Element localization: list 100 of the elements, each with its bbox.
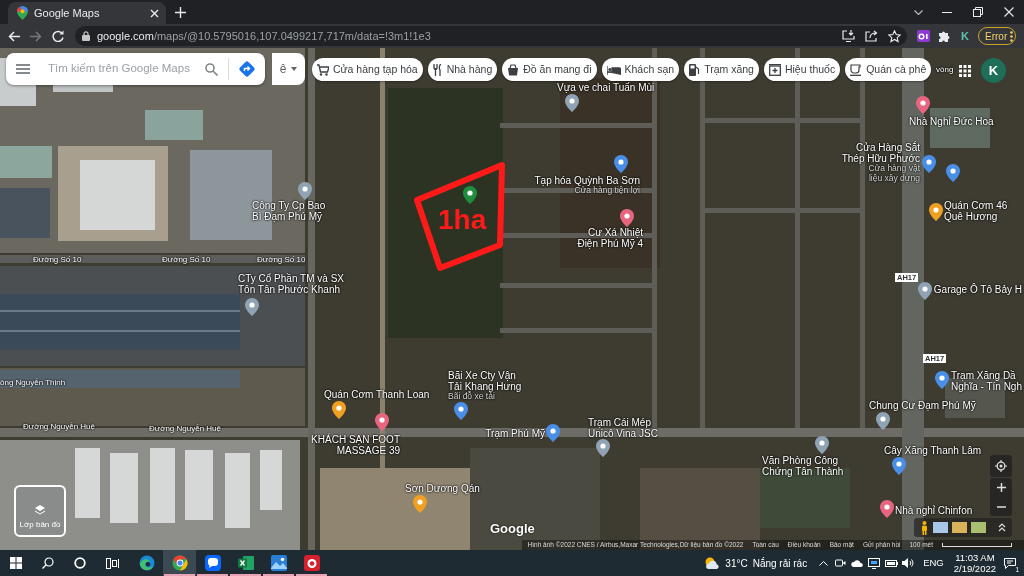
star-icon — [887, 29, 901, 43]
plus-icon — [174, 6, 186, 18]
place-label[interactable]: Quán Cơm 46 Quê Hương — [944, 200, 1008, 222]
takeout-box-icon — [507, 63, 520, 76]
fuel-pump-icon — [689, 63, 701, 76]
map-pin-icon[interactable] — [946, 164, 960, 182]
chevron-down-icon — [913, 9, 923, 15]
place-label[interactable]: KHÁCH SẠN FOOT MASSAGE 39 — [311, 434, 400, 456]
notification-icon — [1004, 557, 1016, 569]
place-label[interactable]: Văn Phòng Công Chứng Tân Thành — [762, 455, 844, 477]
extension-button[interactable] — [914, 27, 932, 45]
road-label: Đường Số 10 — [162, 255, 211, 264]
map-pin-icon[interactable] — [298, 182, 312, 200]
close-icon — [149, 8, 159, 18]
kebab-menu-icon — [1010, 30, 1014, 42]
new-tab-button[interactable] — [172, 4, 188, 20]
apps-grid-icon — [959, 65, 971, 77]
category-button[interactable]: Cửa hàng tạp hóa — [312, 58, 423, 81]
browser-tab[interactable]: Google Maps — [8, 2, 166, 24]
caret-down-icon — [291, 67, 298, 71]
place-label[interactable]: Vựa ve chai Tuấn Mùi — [557, 82, 655, 93]
place-label[interactable]: Chung Cư Đạm Phú Mỹ — [869, 400, 976, 411]
category-button[interactable]: Quán cà phê — [845, 58, 932, 81]
close-icon — [1003, 7, 1014, 17]
place-label[interactable]: Công Ty Cp Bao Bì Đạm Phú Mỹ — [252, 200, 326, 222]
input-tool-button[interactable]: ê — [272, 53, 305, 85]
profile-button[interactable]: K — [956, 27, 974, 45]
map-pin-icon[interactable] — [620, 209, 634, 227]
map-type-thumbnail[interactable] — [933, 522, 948, 533]
category-button[interactable]: Đồ ăn mang đi — [502, 58, 597, 81]
place-label[interactable]: Bãi Xe Cty Vận Tải Khang Hưng — [448, 370, 522, 392]
map-pin-icon[interactable] — [880, 500, 894, 518]
map-pin-icon[interactable] — [546, 424, 560, 442]
map-pin-icon[interactable] — [245, 298, 259, 316]
puzzle-icon — [938, 30, 950, 42]
menu-icon — [16, 64, 30, 74]
map-type-thumbnail[interactable] — [952, 522, 967, 533]
search-icon — [42, 557, 54, 569]
expand-button[interactable] — [996, 521, 1008, 534]
weather-temperature[interactable]: 31°C — [725, 555, 748, 571]
road-label: vòng — [936, 65, 954, 74]
plus-icon — [996, 483, 1006, 492]
menu-button[interactable] — [15, 61, 31, 77]
place-label[interactable]: Nhà nghỉ Chinfon — [895, 505, 973, 516]
place-label[interactable]: Quán Cơm Thanh Loan — [324, 389, 430, 400]
share-icon — [864, 30, 878, 42]
map-pin-icon[interactable] — [922, 155, 936, 173]
map-pin-icon[interactable] — [596, 439, 610, 457]
map-pin-icon[interactable] — [454, 402, 468, 420]
address-bar[interactable]: google.com/maps/@10.5795016,107.0499217,717m/data=!3m1!1e3 — [75, 26, 907, 46]
my-location-button[interactable] — [990, 455, 1012, 477]
install-app-button[interactable] — [841, 29, 855, 43]
map-type-thumbnail[interactable] — [971, 522, 986, 533]
map-pin-icon[interactable] — [929, 203, 943, 221]
category-button[interactable]: Hiệu thuốc — [763, 58, 841, 81]
monitor-icon — [868, 557, 881, 569]
place-label[interactable]: Tạp hóa Quỳnh Ba Sơn — [534, 175, 640, 186]
weather-sun-cloud-icon — [704, 556, 721, 570]
map-pin-icon[interactable] — [935, 371, 949, 389]
map-pin-icon[interactable] — [375, 413, 389, 431]
map-pin-icon[interactable] — [332, 401, 346, 419]
place-label[interactable]: Trạm Phú Mỹ — [485, 428, 545, 439]
map-pin-icon[interactable] — [876, 412, 890, 430]
map-pin-icon[interactable] — [918, 282, 932, 300]
place-label[interactable]: Cửa Hàng Sắt Thép Hữu Phước — [841, 142, 920, 164]
layers-icon — [35, 505, 45, 515]
category-button[interactable]: Khách sạn — [601, 58, 680, 81]
swirl-app-icon — [138, 555, 155, 571]
share-button[interactable] — [864, 29, 878, 43]
address-url[interactable]: google.com/maps/@10.5795016,107.0499217,717m/data=!3m1!1e3 — [97, 27, 431, 45]
road-label: ông Nguyễn Thịnh — [0, 378, 66, 387]
map-pin-icon[interactable] — [565, 94, 579, 112]
back-arrow-icon — [8, 30, 20, 42]
map-pin-icon[interactable] — [892, 457, 906, 475]
map-pin-icon[interactable] — [916, 96, 930, 114]
place-label[interactable]: Nhà Nghỉ Đức Hoa — [909, 116, 994, 127]
map-pin-icon[interactable] — [463, 186, 477, 204]
road-label: Đường Số 10 — [33, 255, 82, 264]
browser-logo-icon — [171, 555, 188, 571]
map-pin-icon[interactable] — [815, 436, 829, 454]
category-button[interactable]: Nhà hàng — [427, 58, 498, 81]
place-label[interactable]: Cư Xá Nhiệt Điện Phú Mỹ 4 — [577, 227, 643, 249]
bookmark-button[interactable] — [887, 29, 901, 43]
search-button[interactable] — [203, 61, 219, 77]
apps-button[interactable] — [958, 64, 972, 78]
category-button[interactable]: Trạm xăng — [684, 58, 759, 81]
input-language[interactable]: ENG — [923, 555, 944, 571]
map-pin-icon[interactable] — [614, 155, 628, 173]
place-label[interactable]: Garage Ô Tô Bảy H — [933, 284, 1022, 295]
weather-condition[interactable]: Nắng rải rác — [752, 555, 808, 571]
road-label: Đường Số 10 — [257, 255, 306, 264]
place-label[interactable]: Trạm Cái Mép Unicô Vina JSC — [588, 417, 658, 439]
place-label[interactable]: Trạm Xăng Dầ Nghĩa - Tín Ngh — [951, 370, 1022, 392]
street-view-button[interactable] — [920, 520, 929, 535]
restore-icon — [972, 7, 983, 17]
scale-bar — [942, 543, 1012, 547]
place-label[interactable]: CTy Cổ Phần TM và SX Tôn Tân Phước Khanh — [238, 273, 344, 295]
clock[interactable]: 11:03 AM 2/19/2022 — [953, 552, 996, 574]
place-category: Cửa hàng tiện lợi — [574, 186, 640, 196]
place-label[interactable]: Cây Xăng Thanh Lâm — [884, 445, 982, 456]
